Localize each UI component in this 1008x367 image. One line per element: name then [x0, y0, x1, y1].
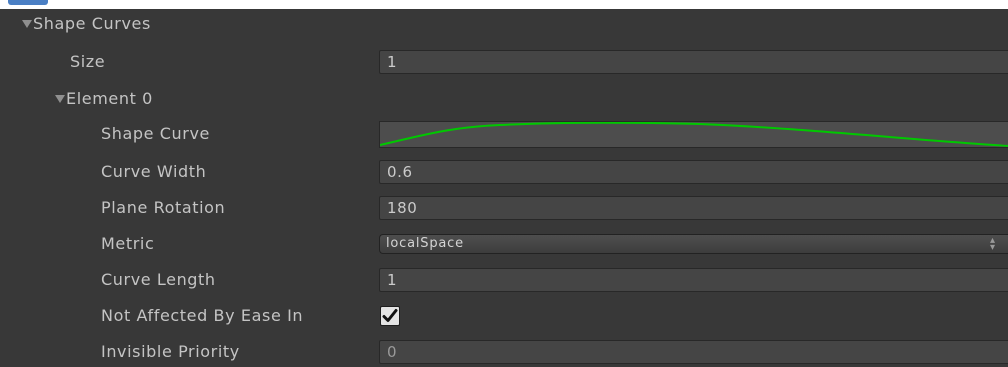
foldout-expanded-icon[interactable]: [55, 95, 65, 103]
invisible-priority-row: Invisible Priority 0: [0, 337, 1008, 367]
size-value: 1: [387, 53, 398, 71]
element-0-foldout[interactable]: Element 0: [0, 84, 1008, 114]
curve-length-label: Curve Length: [101, 270, 216, 289]
plane-rotation-row: Plane Rotation 180: [0, 193, 1008, 223]
metric-selected-value: localSpace: [386, 236, 464, 251]
size-field[interactable]: 1: [379, 50, 1008, 74]
curve-width-field[interactable]: 0.6: [379, 160, 1008, 184]
curve-width-label: Curve Width: [101, 162, 207, 181]
curve-width-value: 0.6: [387, 163, 413, 181]
not-affected-row: Not Affected By Ease In: [0, 301, 1008, 331]
invisible-priority-field[interactable]: 0: [379, 340, 1008, 364]
curve-length-field[interactable]: 1: [379, 268, 1008, 292]
metric-row: Metric localSpace ▴ ▾: [0, 229, 1008, 259]
curve-line: [380, 122, 1008, 147]
metric-label: Metric: [101, 234, 155, 253]
dropdown-arrows-icon: ▴ ▾: [990, 235, 996, 253]
checkmark-icon: [382, 309, 398, 322]
metric-dropdown[interactable]: localSpace ▴ ▾: [379, 234, 1008, 254]
element-0-label: Element 0: [66, 89, 153, 108]
shape-curve-field[interactable]: [379, 121, 1008, 148]
curve-width-row: Curve Width 0.6: [0, 157, 1008, 187]
plane-rotation-value: 180: [387, 199, 418, 217]
shape-curves-foldout[interactable]: Shape Curves: [0, 9, 1008, 39]
plane-rotation-label: Plane Rotation: [101, 198, 226, 217]
shape-curves-label: Shape Curves: [33, 14, 151, 33]
not-affected-checkbox[interactable]: [380, 306, 400, 326]
size-label: Size: [70, 52, 106, 71]
foldout-expanded-icon[interactable]: [22, 20, 32, 28]
invisible-priority-label: Invisible Priority: [101, 342, 240, 361]
partial-heading-mark: [8, 0, 48, 5]
shape-curve-label: Shape Curve: [101, 124, 210, 143]
header-strip: [0, 0, 1008, 9]
curve-preview: [380, 122, 1008, 147]
plane-rotation-field[interactable]: 180: [379, 196, 1008, 220]
curve-length-row: Curve Length 1: [0, 265, 1008, 295]
size-row: Size 1: [0, 47, 1008, 77]
inspector-panel: Shape Curves Size 1 Element 0 Shape Curv…: [0, 9, 1008, 367]
invisible-priority-value: 0: [387, 343, 398, 361]
not-affected-label: Not Affected By Ease In: [101, 306, 304, 325]
shape-curve-row: Shape Curve: [0, 119, 1008, 149]
curve-length-value: 1: [387, 271, 398, 289]
